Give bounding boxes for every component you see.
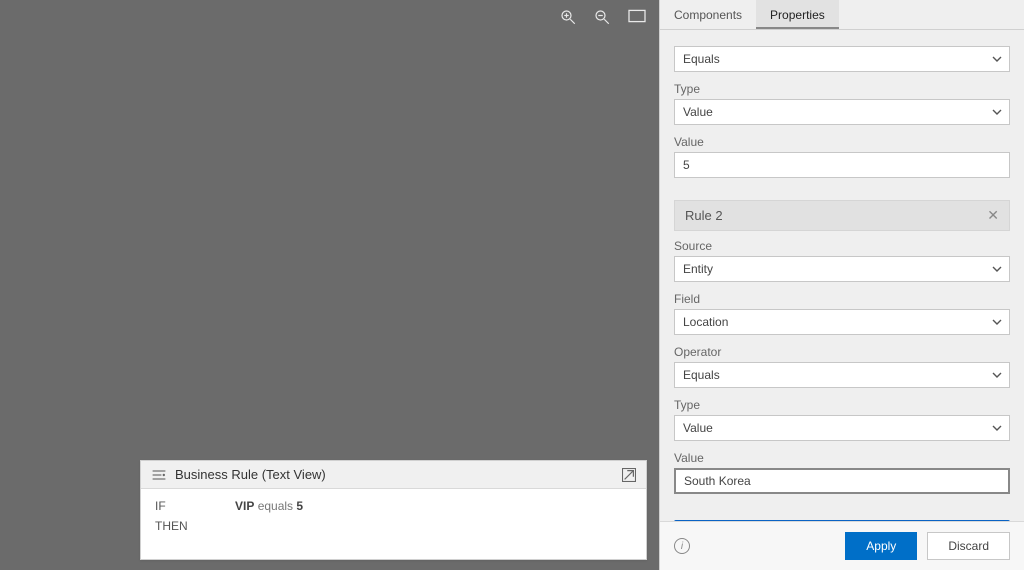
tab-properties[interactable]: Properties bbox=[756, 0, 839, 29]
info-icon[interactable]: i bbox=[674, 538, 690, 554]
rule2-header: Rule 2 ✕ bbox=[674, 200, 1010, 231]
rule1-operator-select[interactable]: Equals bbox=[674, 46, 1010, 72]
text-view-title: Business Rule (Text View) bbox=[175, 467, 326, 482]
text-view-body: IF VIP equals 5 THEN bbox=[141, 489, 646, 559]
if-condition: VIP equals 5 bbox=[235, 499, 303, 513]
rule-logic-section: Rule Logic AND bbox=[674, 520, 1010, 521]
rule2-source-label: Source bbox=[674, 239, 1010, 253]
rule2-block: Source Entity Field Location Operator Eq… bbox=[674, 231, 1010, 510]
if-keyword: IF bbox=[155, 499, 195, 513]
design-canvas[interactable]: Business Rule (Text View) IF VIP equals bbox=[0, 0, 659, 570]
properties-panel: Components Properties Equals Type Value bbox=[659, 0, 1024, 570]
apply-button[interactable]: Apply bbox=[845, 532, 917, 560]
rule2-value-label: Value bbox=[674, 451, 1010, 465]
rule2-field-select[interactable]: Location bbox=[674, 309, 1010, 335]
tab-components[interactable]: Components bbox=[660, 0, 756, 29]
fit-screen-icon[interactable] bbox=[627, 8, 647, 26]
zoom-in-icon[interactable] bbox=[559, 8, 577, 26]
rule-icon bbox=[151, 468, 167, 482]
canvas-toolbar bbox=[559, 8, 647, 26]
zoom-out-icon[interactable] bbox=[593, 8, 611, 26]
discard-button[interactable]: Discard bbox=[927, 532, 1010, 560]
rule2-value-input[interactable] bbox=[674, 468, 1010, 494]
rule2-type-label: Type bbox=[674, 398, 1010, 412]
rule2-operator-label: Operator bbox=[674, 345, 1010, 359]
rule2-remove-icon[interactable]: ✕ bbox=[987, 207, 999, 224]
rule2-operator-select[interactable]: Equals bbox=[674, 362, 1010, 388]
rule2-type-select[interactable]: Value bbox=[674, 415, 1010, 441]
rule1-value-label: Value bbox=[674, 135, 1010, 149]
text-view-header: Business Rule (Text View) bbox=[141, 461, 646, 489]
rule1-value-input[interactable] bbox=[674, 152, 1010, 178]
app-root: Business Rule (Text View) IF VIP equals bbox=[0, 0, 1024, 570]
rule1-type-select[interactable]: Value bbox=[674, 99, 1010, 125]
properties-scroll[interactable]: Equals Type Value Value Rule 2 ✕ bbox=[660, 30, 1024, 521]
business-rule-text-view-panel: Business Rule (Text View) IF VIP equals bbox=[140, 460, 647, 560]
expand-icon[interactable] bbox=[622, 468, 636, 482]
rule2-source-select[interactable]: Entity bbox=[674, 256, 1010, 282]
tab-bar: Components Properties bbox=[660, 0, 1024, 30]
rule2-field-label: Field bbox=[674, 292, 1010, 306]
rule1-type-label: Type bbox=[674, 82, 1010, 96]
properties-footer: i Apply Discard bbox=[660, 521, 1024, 570]
rule1-partial: Equals Type Value Value bbox=[674, 38, 1010, 194]
rule2-header-label: Rule 2 bbox=[685, 208, 723, 223]
then-keyword: THEN bbox=[155, 519, 195, 533]
